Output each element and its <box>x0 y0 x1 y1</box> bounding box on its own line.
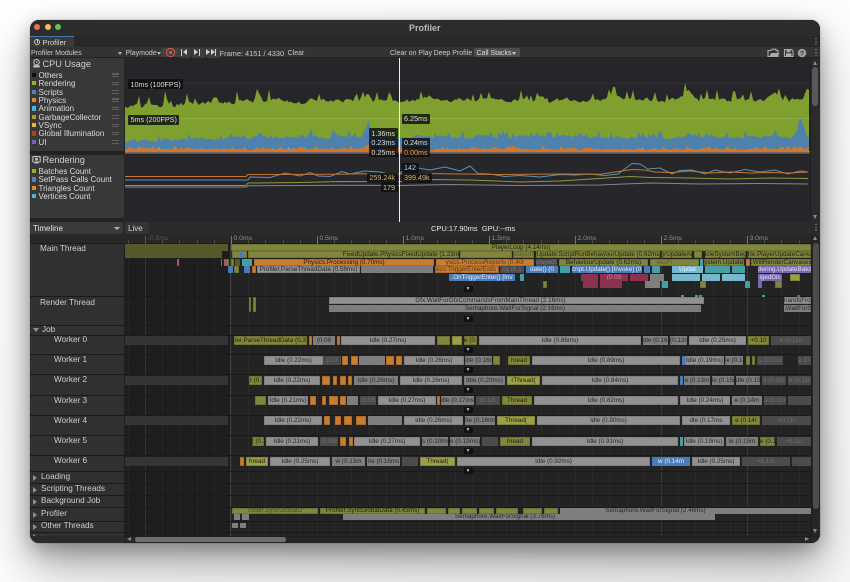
svg-text:?: ? <box>800 50 804 57</box>
